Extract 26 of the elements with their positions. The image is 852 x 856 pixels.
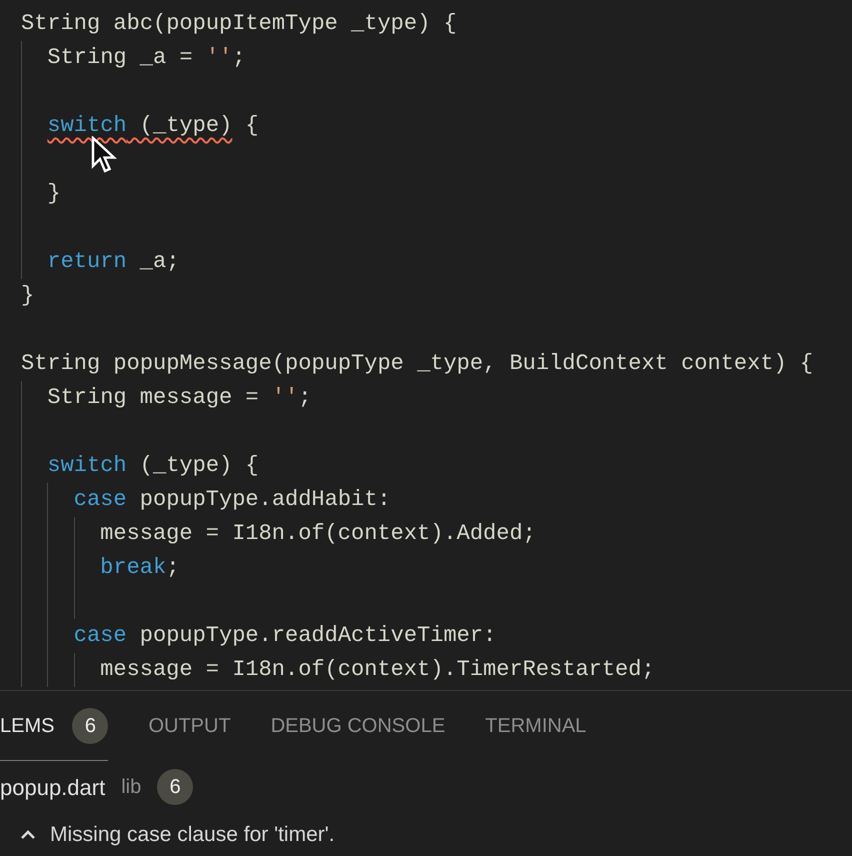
mouse-pointer-icon bbox=[91, 136, 117, 174]
code-line: case popupType.readdActiveTimer: bbox=[74, 622, 496, 650]
folder-label: lib bbox=[121, 775, 142, 800]
code-line: switch (_type) { bbox=[47, 452, 259, 480]
panel-tab[interactable]: LEMS 6 bbox=[0, 691, 108, 761]
code-line: String popupMessage(popupType _type, BuildContext context) { bbox=[21, 350, 814, 378]
panel-tab[interactable]: TERMINAL bbox=[485, 691, 586, 761]
count-badge: 6 bbox=[72, 708, 108, 744]
chevron-up-icon[interactable] bbox=[20, 830, 36, 840]
code-line: String _a = ''; bbox=[47, 44, 246, 72]
code-line: message = I18n.of(context).TimerRestarted; bbox=[100, 656, 655, 684]
problem-message[interactable]: Missing case clause for 'timer'. bbox=[50, 819, 335, 851]
file-name[interactable]: popup.dart bbox=[0, 770, 106, 804]
code-line: message = I18n.of(context).Added; bbox=[100, 520, 536, 548]
code-line: case popupType.addHabit: bbox=[74, 486, 391, 514]
code-line: switch (_type) { bbox=[47, 112, 259, 140]
code-line: break; bbox=[100, 554, 180, 582]
indent-guide bbox=[74, 653, 75, 687]
count-badge: 6 bbox=[157, 769, 194, 805]
code-line: } bbox=[47, 180, 61, 208]
panel-tab[interactable]: DEBUG CONSOLE bbox=[270, 691, 446, 761]
code-line: } bbox=[21, 282, 34, 310]
code-line: String message = ''; bbox=[47, 384, 312, 412]
code-line: return _a; bbox=[47, 248, 180, 276]
code-line: String abc(popupItemType _type) { bbox=[21, 10, 457, 38]
panel-tab[interactable]: OUTPUT bbox=[148, 691, 231, 761]
